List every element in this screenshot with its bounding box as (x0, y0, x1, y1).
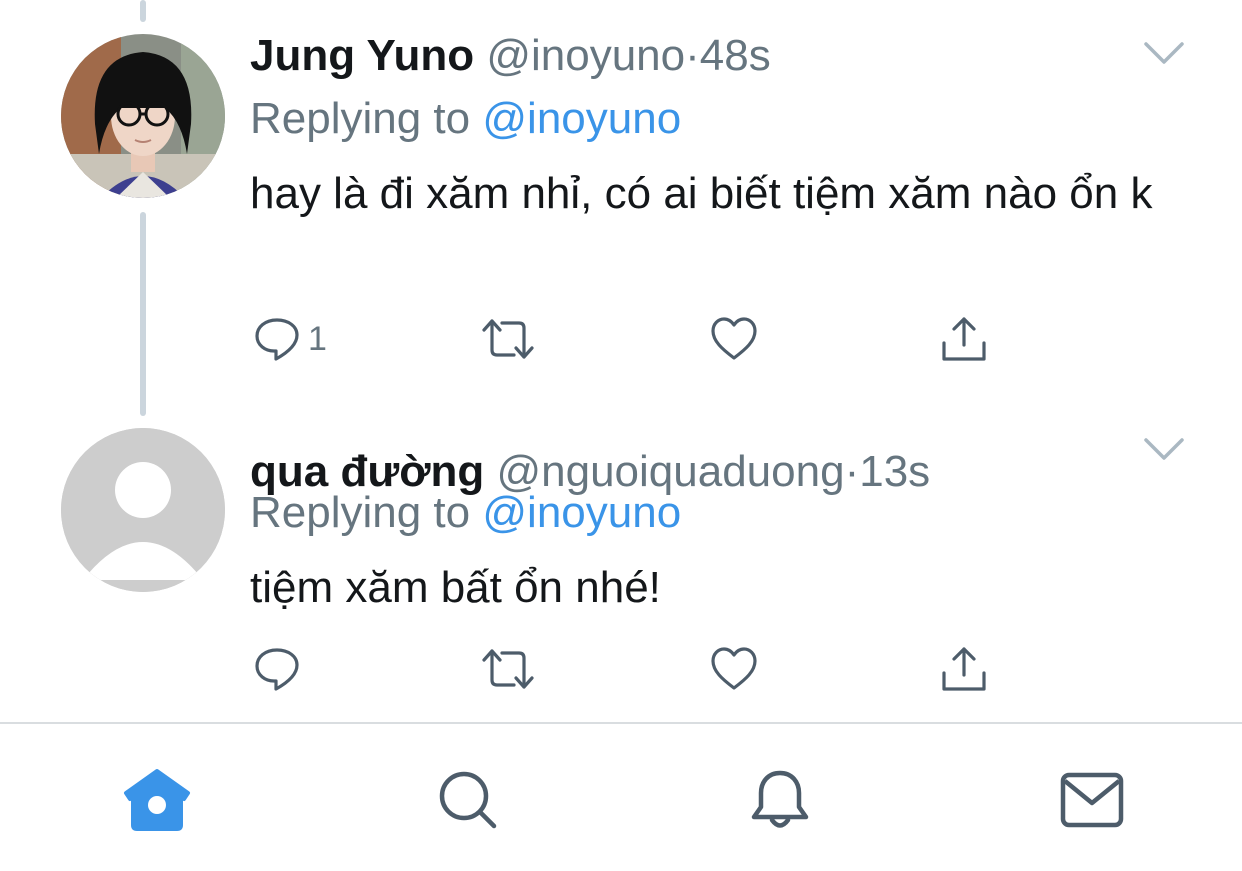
heart-icon (711, 317, 757, 360)
timestamp[interactable]: 13s (859, 447, 930, 496)
separator-dot: · (844, 447, 860, 496)
tweet[interactable]: Jung Yuno @inoyuno·48s Replying to @inoy… (0, 0, 1242, 420)
retweet-button[interactable] (480, 312, 536, 366)
heart-icon (711, 647, 757, 690)
mention-link[interactable]: @inoyuno (482, 94, 681, 143)
mention-link[interactable]: @inoyuno (482, 488, 681, 537)
share-icon (942, 647, 986, 691)
chevron-down-icon[interactable] (1142, 38, 1186, 68)
user-handle[interactable]: @inoyuno (486, 31, 685, 80)
profile-photo (61, 34, 225, 198)
reply-button[interactable] (254, 642, 308, 696)
reply-count: 1 (308, 319, 327, 358)
search-icon (439, 771, 497, 829)
tab-search[interactable] (432, 764, 504, 836)
like-button[interactable] (710, 642, 758, 696)
retweet-icon (482, 319, 534, 359)
tab-notifications[interactable] (744, 764, 816, 836)
retweet-icon (482, 649, 534, 689)
tweet[interactable]: qua đường @nguoiquaduong·13s Replying to… (0, 420, 1242, 722)
replying-to-label: Replying to (250, 488, 471, 537)
home-icon (124, 769, 190, 831)
replying-to-label: Replying to (250, 94, 471, 143)
tab-home[interactable] (121, 764, 193, 836)
chevron-down-icon[interactable] (1142, 434, 1186, 464)
replying-to: Replying to @inoyuno (250, 93, 681, 145)
share-icon (942, 317, 986, 361)
tab-messages[interactable] (1056, 764, 1128, 836)
avatar[interactable] (61, 428, 225, 592)
tweet-header: Jung Yuno @inoyuno·48s (250, 30, 771, 82)
tweet-text: tiệm xăm bất ổn nhé! (250, 563, 661, 612)
separator-dot: · (685, 31, 700, 80)
default-profile-icon (61, 428, 225, 592)
timestamp[interactable]: 48s (700, 31, 771, 80)
mail-icon (1060, 772, 1124, 828)
share-button[interactable] (940, 312, 988, 366)
replying-to: Replying to @inoyuno (250, 487, 681, 539)
reply-icon (255, 318, 299, 361)
retweet-button[interactable] (480, 642, 536, 696)
tweet-actions: 1 (250, 312, 1010, 366)
display-name[interactable]: Jung Yuno (250, 31, 474, 80)
like-button[interactable] (710, 312, 758, 366)
tweet-text: hay là đi xăm nhỉ, có ai biết tiệm xăm n… (250, 169, 1153, 218)
bell-icon (751, 770, 809, 828)
bottom-tab-bar (0, 722, 1242, 871)
share-button[interactable] (940, 642, 988, 696)
avatar[interactable] (61, 34, 225, 198)
reply-icon (255, 648, 299, 691)
tweet-actions (250, 642, 1010, 696)
reply-button[interactable]: 1 (254, 312, 327, 366)
